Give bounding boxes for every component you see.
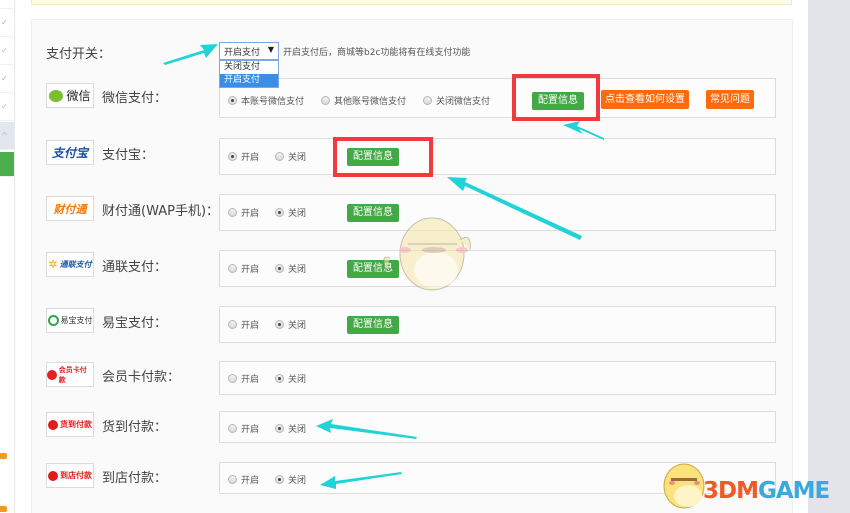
wechat-label: 微信支付：: [102, 91, 168, 106]
alipay-radio-open[interactable]: 开启: [228, 150, 259, 163]
sidebar-item[interactable]: [0, 0, 14, 9]
dropdown-option-open[interactable]: 开启支付: [220, 74, 278, 87]
payment-switch-dropdown: 关闭支付 开启支付: [219, 60, 279, 88]
radio-icon: [275, 424, 284, 433]
radio-icon: [228, 320, 237, 329]
radio-icon: [423, 96, 432, 105]
highlight-box: [512, 74, 600, 121]
sidebar-item[interactable]: ✓: [0, 37, 14, 65]
sidebar-item[interactable]: ✓: [0, 93, 14, 121]
check-icon: ✓: [1, 46, 8, 55]
left-sidebar: ✓ ✓ ✓ ✓ ^: [0, 0, 15, 513]
new-badge: [0, 506, 7, 512]
radio-icon: [228, 96, 237, 105]
dropdown-option-close[interactable]: 关闭支付: [220, 61, 278, 74]
yeepay-radio-close[interactable]: 关闭: [275, 318, 306, 331]
tenpay-config-button[interactable]: 配置信息: [347, 204, 399, 222]
notice-bar: [31, 0, 792, 5]
check-icon: ✓: [1, 102, 8, 111]
wechat-icon: [49, 89, 64, 102]
allinpay-logo: ✲ 通联支付: [46, 252, 94, 277]
instore-logo: 到店付款: [46, 463, 94, 488]
radio-icon: [275, 320, 284, 329]
yeepay-logo: 易宝支付: [46, 308, 94, 333]
payment-switch-value: 开启支付: [224, 48, 261, 58]
cod-logo: 货到付款: [46, 412, 94, 437]
radio-icon: [275, 475, 284, 484]
instore-radio-open[interactable]: 开启: [228, 473, 259, 486]
wechat-radio-other[interactable]: 其他账号微信支付: [321, 94, 406, 107]
alipay-label: 支付宝：: [102, 148, 155, 163]
radio-icon: [275, 264, 284, 273]
membercard-radio-open[interactable]: 开启: [228, 372, 259, 385]
how-to-setup-button[interactable]: 点击查看如何设置: [601, 90, 689, 109]
wechat-radio-own[interactable]: 本账号微信支付: [228, 94, 304, 107]
faq-button[interactable]: 常见问题: [706, 90, 754, 109]
cod-radio-close[interactable]: 关闭: [275, 422, 306, 435]
check-icon: ✓: [1, 74, 8, 83]
allinpay-radio-open[interactable]: 开启: [228, 262, 259, 275]
yeepay-label: 易宝支付：: [102, 316, 168, 331]
alipay-logo: 支付宝: [46, 140, 94, 165]
yeepay-icon: [47, 315, 59, 326]
membercard-label: 会员卡付款：: [102, 370, 181, 385]
tenpay-radio-open[interactable]: 开启: [228, 206, 259, 219]
radio-icon: [275, 208, 284, 217]
radio-icon: [228, 152, 237, 161]
payment-switch-hint: 开启支付后，商城等b2c功能将有在线支付功能: [283, 48, 471, 58]
membercard-icon: [47, 369, 57, 380]
radio-icon: [228, 208, 237, 217]
tenpay-logo: 财付通: [46, 196, 94, 221]
payment-switch-label: 支付开关：: [46, 47, 112, 62]
allinpay-config-button[interactable]: 配置信息: [347, 260, 399, 278]
instore-label: 到店付款：: [102, 471, 168, 486]
sidebar-item-expanded[interactable]: ^: [0, 122, 14, 150]
allinpay-icon: ✲: [48, 258, 58, 271]
radio-icon: [275, 374, 284, 383]
cod-radio-open[interactable]: 开启: [228, 422, 259, 435]
wechat-logo: 微信: [46, 83, 94, 108]
yeepay-radio-open[interactable]: 开启: [228, 318, 259, 331]
dropdown-arrow-icon: ▼: [267, 45, 274, 54]
payment-switch-select[interactable]: 开启支付 ▼: [219, 42, 279, 60]
highlight-box: [333, 137, 433, 177]
radio-icon: [228, 424, 237, 433]
instore-icon: [48, 470, 58, 481]
membercard-radio-close[interactable]: 关闭: [275, 372, 306, 385]
wechat-radio-close[interactable]: 关闭微信支付: [423, 94, 490, 107]
new-badge: [0, 453, 7, 459]
membercard-logo: 会员卡付款: [46, 362, 94, 387]
yeepay-config-button[interactable]: 配置信息: [347, 316, 399, 334]
sidebar-item[interactable]: ✓: [0, 65, 14, 93]
watermark-3dmgame: 3DMGAME: [703, 478, 830, 504]
alipay-radio-close[interactable]: 关闭: [275, 150, 306, 163]
radio-icon: [321, 96, 330, 105]
check-icon: ✓: [1, 18, 8, 27]
allinpay-label: 通联支付：: [102, 260, 168, 275]
tenpay-radio-close[interactable]: 关闭: [275, 206, 306, 219]
radio-icon: [228, 264, 237, 273]
instore-radio-close[interactable]: 关闭: [275, 473, 306, 486]
radio-icon: [275, 152, 284, 161]
sidebar-item[interactable]: ✓: [0, 9, 14, 37]
tenpay-label: 财付通(WAP手机)：: [102, 204, 220, 219]
allinpay-radio-close[interactable]: 关闭: [275, 262, 306, 275]
cod-label: 货到付款：: [102, 420, 168, 435]
radio-icon: [228, 374, 237, 383]
cod-icon: [48, 419, 58, 430]
radio-icon: [228, 475, 237, 484]
chevron-up-icon: ^: [1, 131, 8, 140]
right-background: [808, 0, 850, 513]
sidebar-item-active[interactable]: [0, 152, 14, 177]
